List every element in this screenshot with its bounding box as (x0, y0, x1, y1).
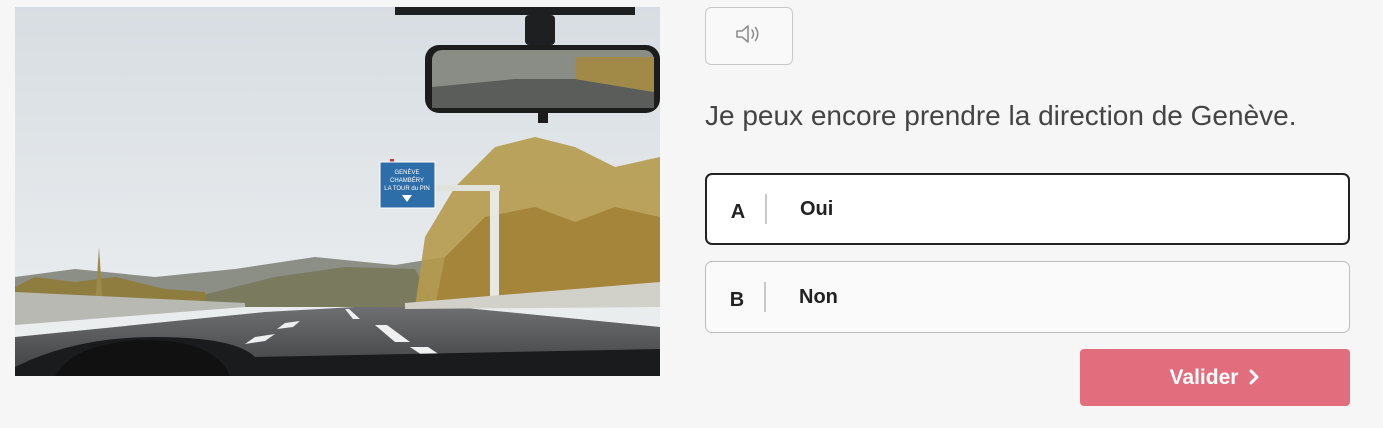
sign-line-1: GENÈVE (394, 169, 419, 176)
sign-line-3: LA TOUR du PIN (384, 186, 429, 192)
answer-divider (765, 194, 767, 224)
answer-option-b[interactable]: B Non (705, 261, 1350, 333)
question-text: Je peux encore prendre la direction de G… (705, 100, 1297, 131)
answer-divider (764, 282, 766, 312)
answer-label: Oui (800, 197, 834, 220)
speaker-icon (733, 22, 765, 51)
validate-label: Valider (1169, 365, 1239, 389)
question-photo: GENÈVE CHAMBÉRY LA TOUR du PIN (15, 7, 660, 376)
chevron-right-icon (1248, 365, 1260, 391)
answer-letter: A (730, 200, 746, 223)
answer-letter: B (729, 288, 745, 311)
answer-option-a[interactable]: A Oui (705, 173, 1350, 245)
sign-line-2: CHAMBÉRY (390, 177, 424, 184)
answer-label: Non (799, 285, 838, 308)
validate-button[interactable]: Valider (1080, 349, 1350, 406)
audio-button[interactable] (705, 7, 793, 65)
